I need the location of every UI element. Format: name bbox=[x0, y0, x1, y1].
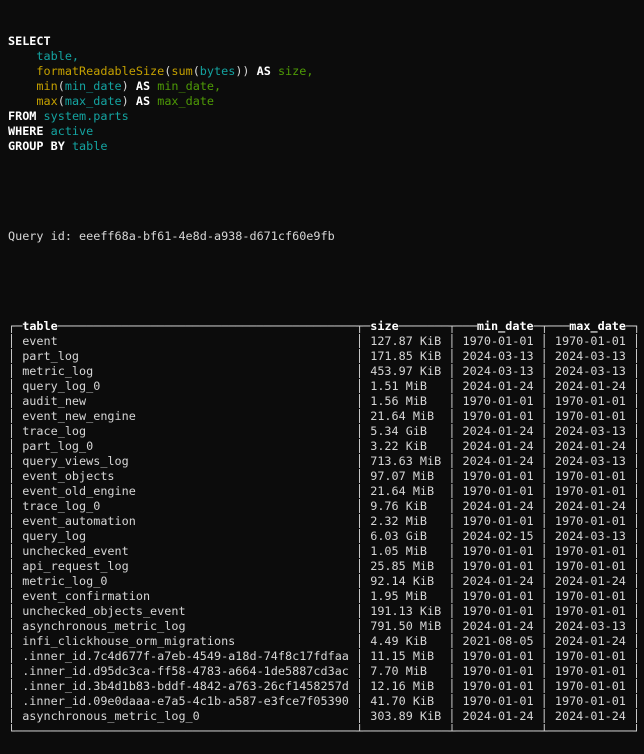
table-row: │ audit_new │ 1.56 MiB │ 1970-01-01 │ 19… bbox=[8, 394, 644, 409]
terminal-window[interactable]: SELECT table, formatReadableSize(sum(byt… bbox=[0, 0, 644, 598]
query-line: FROM system.parts bbox=[8, 109, 644, 124]
query-line: SELECT bbox=[8, 34, 644, 49]
table-row: │ metric_log_0 │ 92.14 KiB │ 2024-01-24 … bbox=[8, 574, 644, 589]
table-row: │ api_request_log │ 25.85 MiB │ 1970-01-… bbox=[8, 559, 644, 574]
table-row: │ event │ 127.87 KiB │ 1970-01-01 │ 1970… bbox=[8, 334, 644, 349]
result-table: ┌─table─────────────────────────────────… bbox=[8, 319, 644, 739]
table-row: │ asynchronous_metric_log_0 │ 303.89 KiB… bbox=[8, 709, 644, 724]
query-line: min(min_date) AS min_date, bbox=[8, 79, 644, 94]
query-line: formatReadableSize(sum(bytes)) AS size, bbox=[8, 64, 644, 79]
table-row: │ event_confirmation │ 1.95 MiB │ 1970-0… bbox=[8, 589, 644, 604]
table-row: │ .inner_id.3b4d1b83-bddf-4842-a763-26cf… bbox=[8, 679, 644, 694]
table-header-row: ┌─table─────────────────────────────────… bbox=[8, 319, 644, 334]
table-row: │ .inner_id.d95dc3ca-ff58-4783-a664-1de5… bbox=[8, 664, 644, 679]
table-row: │ .inner_id.09e0daaa-e7a5-4c1b-a587-e3fc… bbox=[8, 694, 644, 709]
query-line: WHERE active bbox=[8, 124, 644, 139]
query-line: GROUP BY table bbox=[8, 139, 644, 154]
query-line: max(max_date) AS max_date bbox=[8, 94, 644, 109]
sql-query: SELECT table, formatReadableSize(sum(byt… bbox=[8, 34, 644, 154]
table-row: │ event_objects │ 97.07 MiB │ 1970-01-01… bbox=[8, 469, 644, 484]
table-row: │ query_log_0 │ 1.51 MiB │ 2024-01-24 │ … bbox=[8, 379, 644, 394]
table-row: │ infi_clickhouse_orm_migrations │ 4.49 … bbox=[8, 634, 644, 649]
table-row: │ trace_log │ 5.34 GiB │ 2024-01-24 │ 20… bbox=[8, 424, 644, 439]
table-row: │ event_old_engine │ 21.64 MiB │ 1970-01… bbox=[8, 484, 644, 499]
table-row: │ event_automation │ 2.32 MiB │ 1970-01-… bbox=[8, 514, 644, 529]
table-row: │ part_log │ 171.85 KiB │ 2024-03-13 │ 2… bbox=[8, 349, 644, 364]
table-row: │ part_log_0 │ 3.22 KiB │ 2024-01-24 │ 2… bbox=[8, 439, 644, 454]
table-row: │ event_new_engine │ 21.64 MiB │ 1970-01… bbox=[8, 409, 644, 424]
query-line: table, bbox=[8, 49, 644, 64]
table-row: │ unchecked_event │ 1.05 MiB │ 1970-01-0… bbox=[8, 544, 644, 559]
table-row: │ metric_log │ 453.97 KiB │ 2024-03-13 │… bbox=[8, 364, 644, 379]
query-id-line: Query id: eeeff68a-bf61-4e8d-a938-d671cf… bbox=[8, 229, 644, 244]
blank-line bbox=[8, 274, 644, 289]
table-row: │ unchecked_objects_event │ 191.13 KiB │… bbox=[8, 604, 644, 619]
table-row: │ query_views_log │ 713.63 MiB │ 2024-01… bbox=[8, 454, 644, 469]
table-row: │ asynchronous_metric_log │ 791.50 MiB │… bbox=[8, 619, 644, 634]
table-bottom-border: └───────────────────────────────────────… bbox=[8, 724, 644, 739]
blank-line bbox=[8, 184, 644, 199]
table-row: │ trace_log_0 │ 9.76 KiB │ 2024-01-24 │ … bbox=[8, 499, 644, 514]
table-row: │ .inner_id.7c4d677f-a7eb-4549-a18d-74f8… bbox=[8, 649, 644, 664]
table-row: │ query_log │ 6.03 GiB │ 2024-02-15 │ 20… bbox=[8, 529, 644, 544]
